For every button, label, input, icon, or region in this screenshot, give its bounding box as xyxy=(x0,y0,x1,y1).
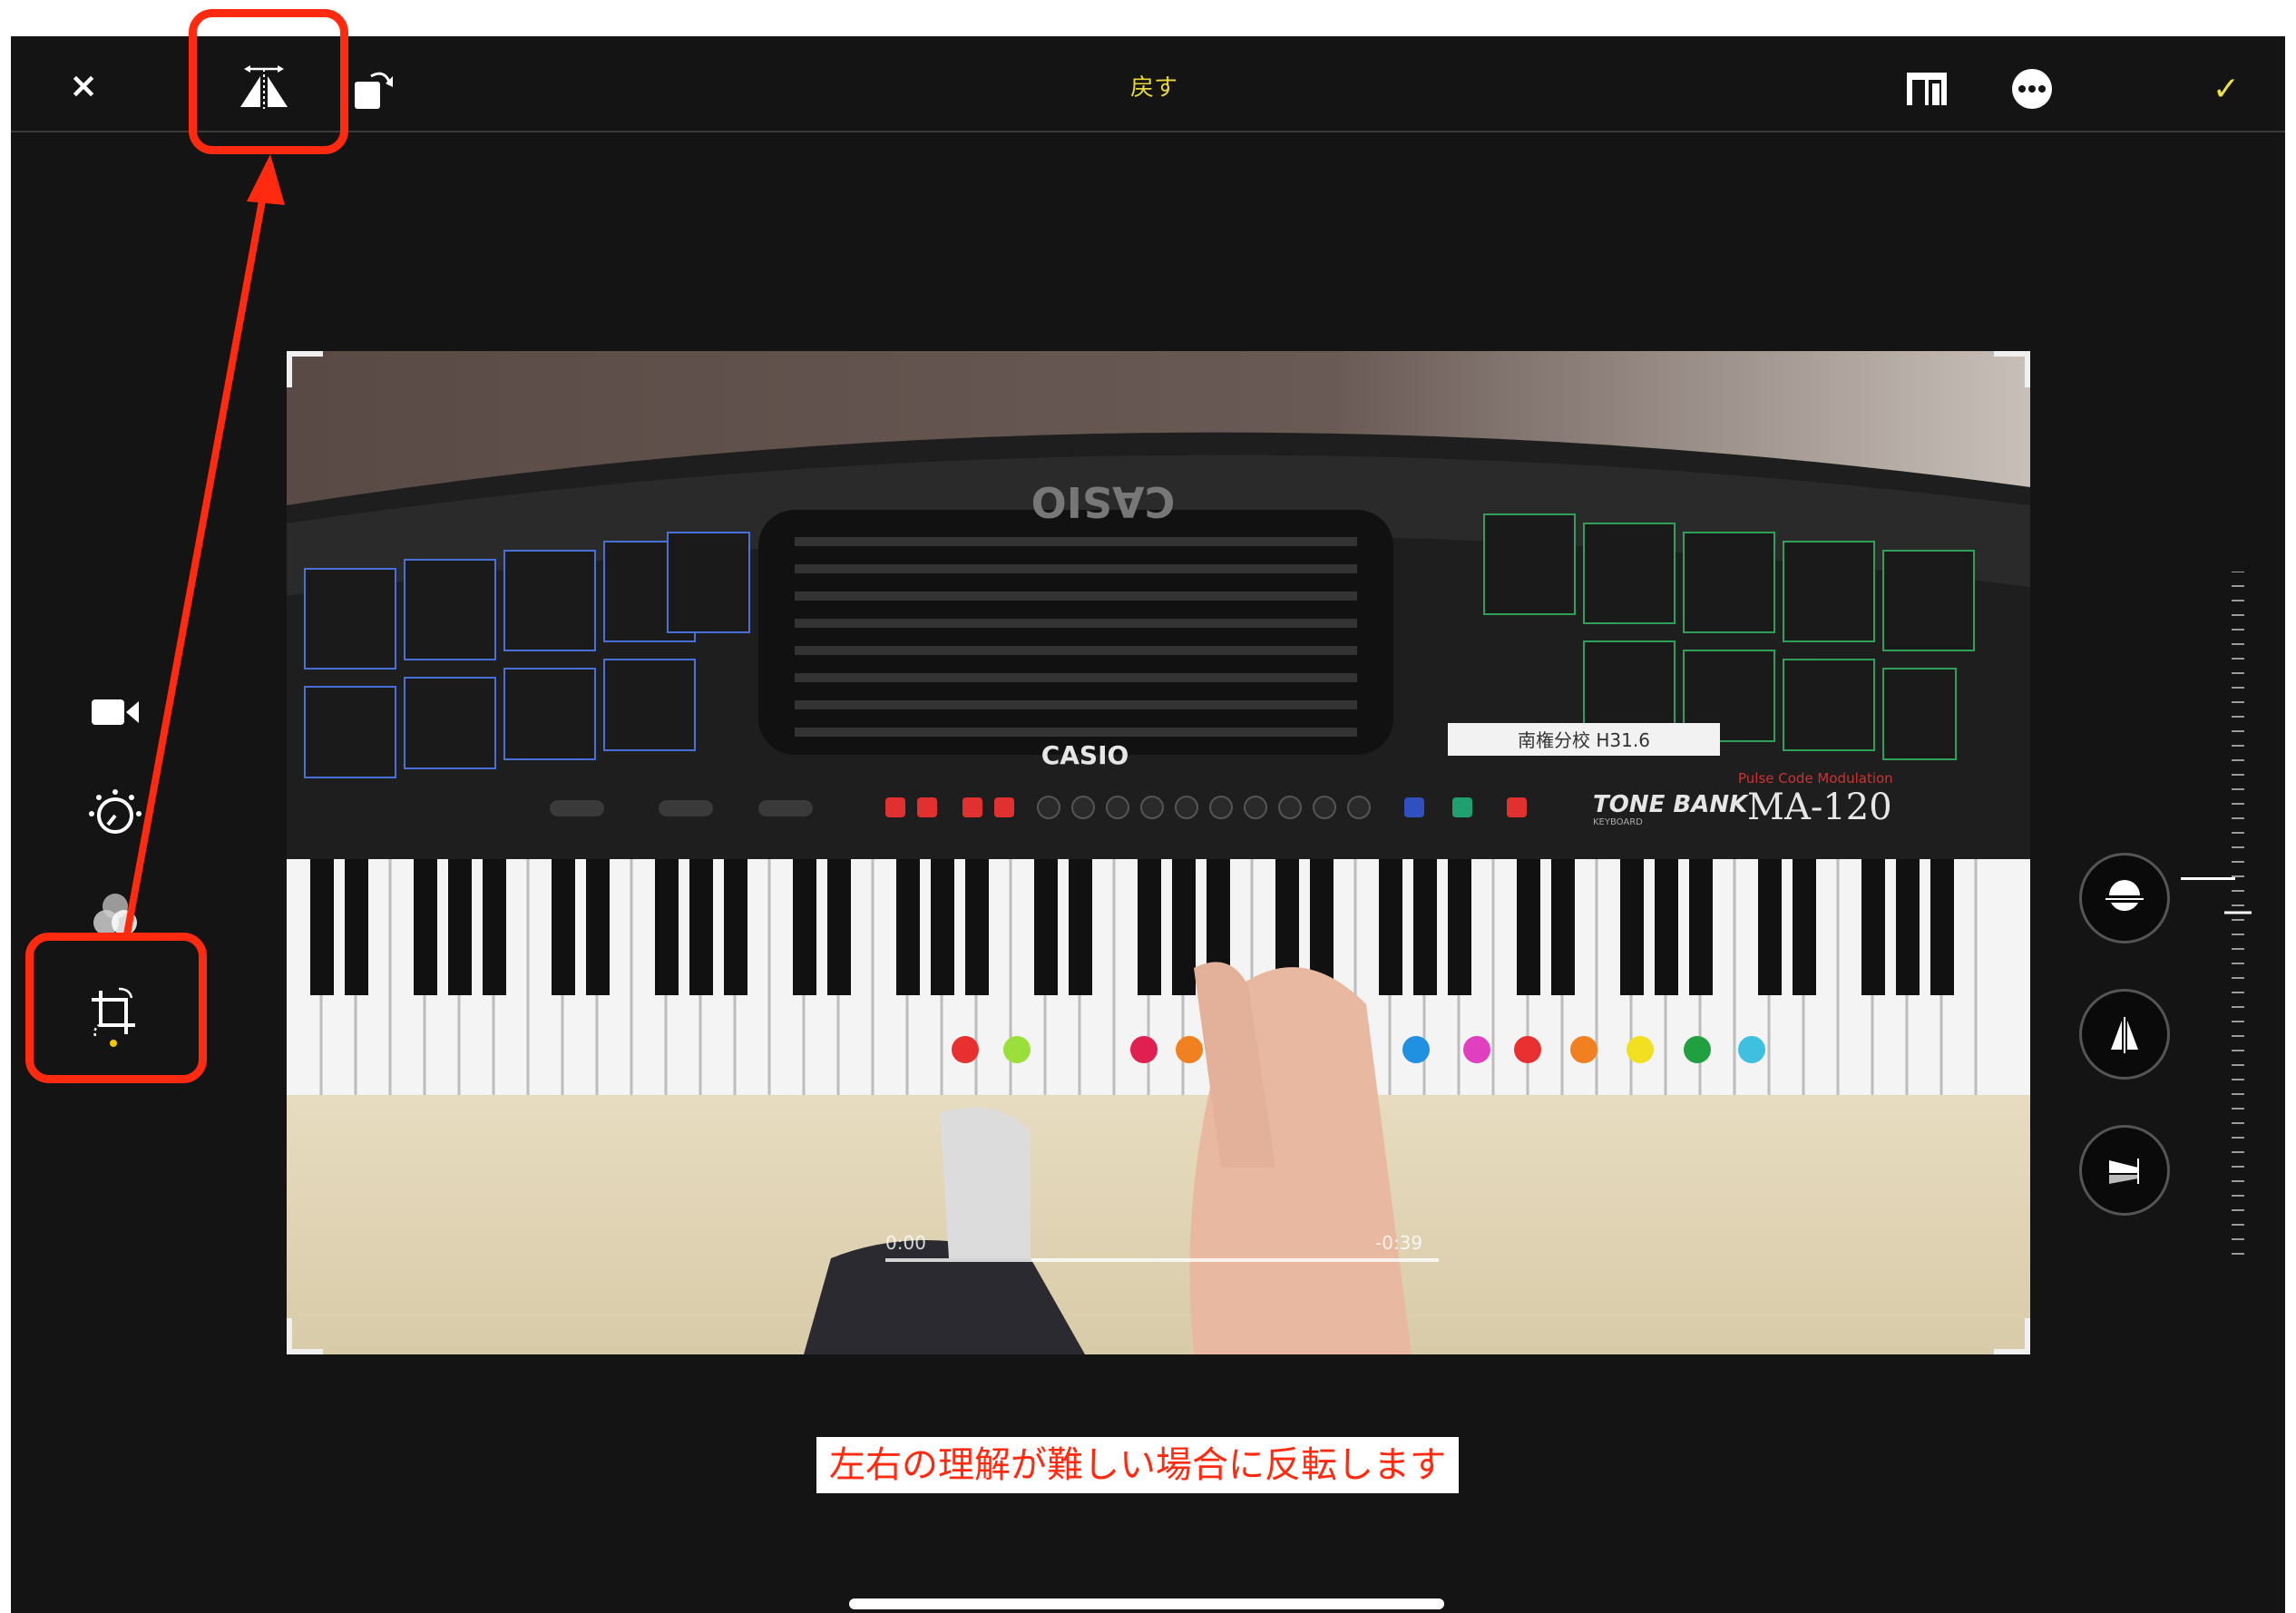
horizontal-perspective-button[interactable] xyxy=(2079,1125,2170,1216)
angle-indicator xyxy=(2181,877,2235,880)
vertical-perspective-button[interactable] xyxy=(2079,989,2170,1080)
brand-logo: CASIO xyxy=(1041,740,1129,770)
pcm-label: Pulse Code Modulation xyxy=(1738,770,1893,787)
close-icon: × xyxy=(69,65,98,105)
done-button[interactable]: ✓ xyxy=(2199,64,2253,114)
adjust-dial-icon xyxy=(89,789,142,834)
undo-button[interactable]: 戻す xyxy=(1090,69,1217,103)
annotation-caption: 左右の理解が難しい場合に反転します xyxy=(816,1437,1459,1493)
angle-ruler[interactable] xyxy=(2224,572,2252,1261)
photo-editor-screen: × 戻す ✓ CASIO CASIO 南権分校 H31.6 Pulse Code… xyxy=(11,36,2285,1613)
perspective-controls xyxy=(2070,853,2242,1252)
video-mode-button[interactable] xyxy=(83,680,147,744)
video-camera-icon xyxy=(92,699,139,725)
straighten-icon xyxy=(2105,880,2144,911)
top-toolbar: × 戻す ✓ xyxy=(11,36,2285,132)
crop-handle-top-right[interactable] xyxy=(1994,351,2030,387)
scrub-time-right: -0:39 xyxy=(1375,1232,1422,1254)
scrub-time-left: 0:00 xyxy=(885,1232,926,1254)
series-sub-label: KEYBOARD xyxy=(1593,817,1643,827)
crop-handle-bottom-right[interactable] xyxy=(1994,1318,2030,1354)
straighten-button[interactable] xyxy=(2079,853,2170,943)
name-tape: 南権分校 H31.6 xyxy=(1518,729,1650,751)
crop-handle-top-left[interactable] xyxy=(287,351,323,387)
highlight-flip-button xyxy=(189,9,348,154)
crop-handle-bottom-left[interactable] xyxy=(287,1318,323,1354)
more-icon xyxy=(2012,69,2052,109)
highlight-crop-button xyxy=(25,933,207,1083)
aspect-ratio-button[interactable] xyxy=(1898,64,1956,114)
rotate-icon xyxy=(355,72,393,109)
mirrored-logo: CASIO xyxy=(1031,477,1176,526)
keyboard-photo: CASIO CASIO 南権分校 H31.6 Pulse Code Modula… xyxy=(287,351,2030,1354)
close-button[interactable]: × xyxy=(62,64,105,107)
series-label: TONE BANK xyxy=(1593,791,1749,818)
vertical-perspective-icon xyxy=(2111,1017,2138,1053)
photo-preview[interactable]: CASIO CASIO 南権分校 H31.6 Pulse Code Modula… xyxy=(287,351,2030,1354)
home-indicator xyxy=(849,1598,1444,1609)
more-button[interactable] xyxy=(2003,60,2061,118)
model-label: MA-120 xyxy=(1747,787,1892,828)
checkmark-icon: ✓ xyxy=(2212,70,2241,108)
aspect-ratio-icon xyxy=(1907,73,1947,105)
adjust-mode-button[interactable] xyxy=(83,782,147,846)
horizontal-perspective-icon xyxy=(2109,1158,2139,1184)
rotate-button[interactable] xyxy=(347,64,401,114)
